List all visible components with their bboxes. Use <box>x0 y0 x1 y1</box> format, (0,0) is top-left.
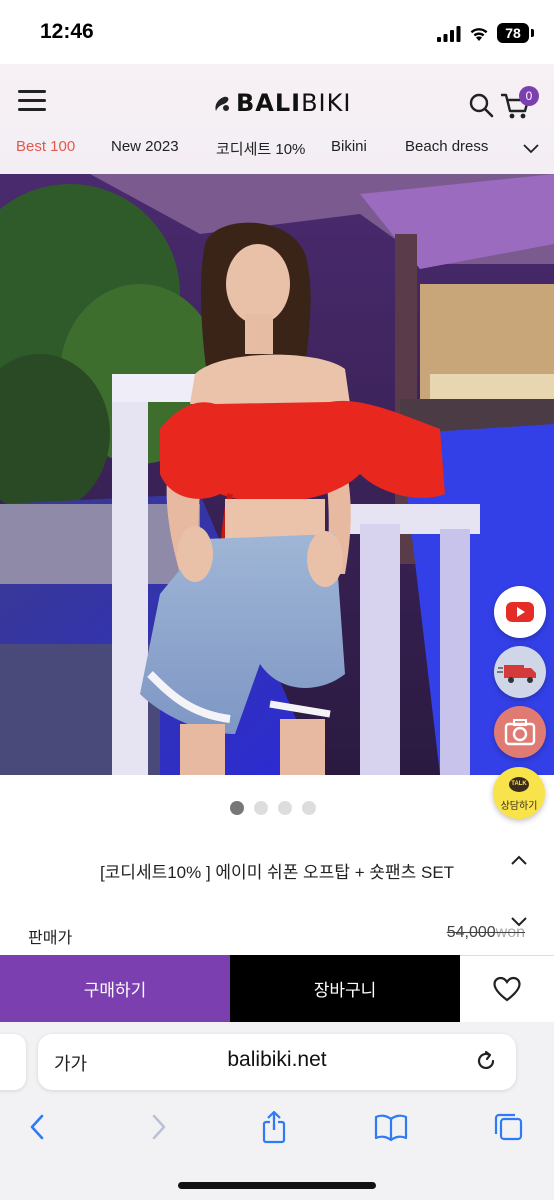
bookmarks-book-icon[interactable] <box>373 1110 409 1144</box>
carousel-dot-2[interactable] <box>254 801 268 815</box>
talk-bubble-icon: TALK <box>509 777 529 792</box>
reload-icon[interactable] <box>474 1049 498 1073</box>
battery-indicator: 78 <box>497 23 529 43</box>
talk-label: 상담하기 <box>500 801 538 812</box>
category-beach-dress[interactable]: Beach dress <box>405 138 488 155</box>
wishlist-button[interactable] <box>460 955 554 1022</box>
cellular-signal-icon <box>437 26 461 42</box>
back-arrow-icon[interactable] <box>20 1110 56 1144</box>
delivery-truck-icon <box>497 665 536 683</box>
hamburger-menu-icon[interactable] <box>18 90 46 112</box>
heart-icon <box>493 976 521 1002</box>
status-time: 12:46 <box>40 20 94 43</box>
category-codi-set[interactable]: 코디세트 10% <box>216 138 305 159</box>
camera-button[interactable] <box>494 706 546 758</box>
carousel-dot-4[interactable] <box>302 801 316 815</box>
forward-arrow-icon[interactable] <box>140 1110 176 1144</box>
chevron-up-icon[interactable] <box>510 854 528 866</box>
product-photo-illustration <box>0 174 554 775</box>
youtube-button[interactable] <box>494 586 546 638</box>
carousel-dot-3[interactable] <box>278 801 292 815</box>
brand-logo[interactable]: BALIBIKI <box>212 88 351 118</box>
kakao-talk-consult-button[interactable]: TALK 상담하기 <box>493 767 545 819</box>
add-to-cart-button[interactable]: 장바구니 <box>230 955 460 1022</box>
carousel-dot-1[interactable] <box>230 801 244 815</box>
logo-mark-icon <box>215 96 229 111</box>
delivery-button[interactable] <box>494 646 546 698</box>
home-indicator <box>178 1182 376 1189</box>
category-bikini[interactable]: Bikini <box>331 138 367 155</box>
cart-count-badge: 0 <box>519 86 539 106</box>
youtube-icon <box>506 602 534 622</box>
category-nav: Best 100 New 2023 코디세트 10% Bikini Beach … <box>0 134 554 160</box>
product-image[interactable] <box>0 174 554 775</box>
chevron-down-icon[interactable] <box>522 142 540 154</box>
status-bar: 12:46 78 <box>0 0 554 64</box>
camera-icon <box>504 719 536 746</box>
battery-cap <box>531 29 534 37</box>
logo-text: BALIBIKI <box>236 89 352 117</box>
price-value: 54,000won <box>446 924 525 941</box>
address-bar[interactable]: 가가 balibiki.net <box>38 1034 516 1090</box>
search-icon[interactable] <box>468 92 494 118</box>
price-label: 판매가 <box>28 930 73 947</box>
carousel-pagination <box>230 801 316 815</box>
wifi-icon <box>470 28 488 41</box>
tabs-overview-icon[interactable] <box>491 1110 527 1144</box>
site-header: BALIBIKI 0 Best 100 New 2023 코디세트 10% Bi… <box>0 64 554 174</box>
browser-bottom-bar: 가가 balibiki.net <box>0 1022 554 1200</box>
previous-tab-peek[interactable] <box>0 1034 26 1090</box>
buy-now-button[interactable]: 구매하기 <box>0 955 230 1022</box>
product-title: [코디세트10% ] 에이미 쉬폰 오프탑 + 숏팬츠 SET <box>99 863 455 882</box>
category-best-100[interactable]: Best 100 <box>16 138 75 155</box>
url-text[interactable]: balibiki.net <box>38 1048 516 1072</box>
category-new-2023[interactable]: New 2023 <box>111 138 179 155</box>
share-icon[interactable] <box>256 1110 292 1144</box>
purchase-action-bar: 구매하기 장바구니 <box>0 955 554 1022</box>
